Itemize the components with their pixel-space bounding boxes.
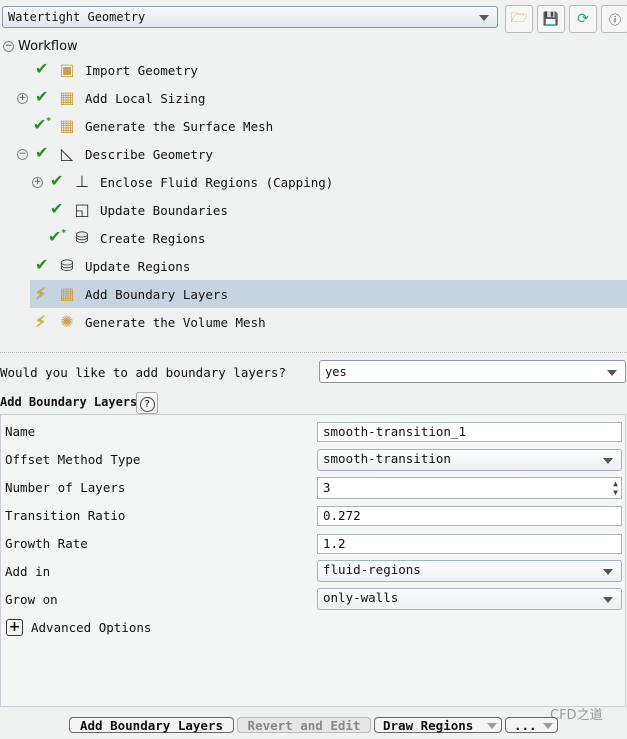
offset-method-label: Offset Method Type [5, 452, 141, 467]
check-icon: ✔ [35, 143, 49, 162]
boundary-icon: ◱ [74, 200, 90, 219]
open-folder-button[interactable]: 🗁 [505, 5, 533, 33]
chevron-down-icon [603, 458, 613, 464]
select-value: only-walls [323, 590, 399, 605]
tree-item-volume-mesh[interactable]: ⚡ ✺ Generate the Volume Mesh [0, 308, 627, 336]
check-new-icon: ✔* [48, 227, 67, 246]
section-help-button[interactable]: ? [136, 392, 158, 414]
draw-regions-label: Draw Regions [383, 718, 474, 733]
tree-item-label: Generate the Surface Mesh [85, 119, 274, 134]
add-in-label: Add in [5, 564, 51, 579]
advanced-options-toggle[interactable]: + Advanced Options [6, 618, 206, 638]
cad-icon: ▣ [59, 60, 75, 79]
capping-icon: ⊥ [75, 172, 89, 191]
check-icon: ✔ [35, 87, 49, 106]
grow-on-label: Grow on [5, 592, 58, 607]
draw-regions-button[interactable]: Draw Regions [374, 717, 502, 733]
select-value: smooth-transition [323, 451, 451, 466]
volume-mesh-icon: ✺ [60, 312, 74, 331]
surface-mesh-icon: ▦ [59, 116, 75, 135]
region-icon: ⛁ [60, 256, 74, 275]
select-value: fluid-regions [323, 562, 421, 577]
tree-item-label: Update Regions [85, 259, 191, 274]
chevron-down-icon [607, 369, 617, 376]
tree-item-label: Add Boundary Layers [85, 287, 228, 302]
mesh-sizing-icon: ▦ [59, 88, 75, 107]
lightning-icon: ⚡ [35, 312, 47, 331]
plus-icon: + [6, 619, 23, 636]
number-of-layers-stepper[interactable]: 3 ▲ ▼ [317, 477, 622, 499]
check-icon: ✔ [50, 199, 64, 218]
check-new-icon: ✔* [33, 115, 52, 134]
chevron-down-icon [603, 569, 613, 575]
number-of-layers-label: Number of Layers [5, 480, 126, 495]
tree-item-create-regions[interactable]: ✔* ⛁ Create Regions [0, 224, 627, 252]
check-icon: ✔ [35, 59, 49, 78]
name-input[interactable]: smooth-transition_1 [317, 422, 622, 442]
tree-item-update-boundaries[interactable]: ✔ ◱ Update Boundaries [0, 196, 627, 224]
tree-item-import-geometry[interactable]: ✔ ▣ Import Geometry [0, 56, 627, 84]
tree-item-label: Import Geometry [85, 63, 198, 78]
name-label: Name [5, 424, 36, 439]
workflow-type-value: Watertight Geometry [8, 10, 146, 24]
tree-item-add-boundary-layers[interactable]: ⚡ ▦ Add Boundary Layers [30, 280, 627, 308]
revert-and-edit-button[interactable]: Revert and Edit [237, 717, 371, 733]
region-icon: ⛁ [75, 228, 89, 247]
help-button[interactable]: ⓘ [601, 5, 627, 33]
chevron-down-icon [479, 15, 489, 21]
question-label: Would you like to add boundary layers? [0, 365, 286, 380]
check-icon: ✔ [35, 255, 49, 274]
workflow-root[interactable]: − Workflow [0, 37, 200, 57]
lightning-icon: ⚡ [35, 284, 47, 303]
stepper-arrows-icon[interactable]: ▲ ▼ [613, 479, 618, 497]
offset-method-select[interactable]: smooth-transition [317, 449, 622, 471]
boundary-layer-icon: ▦ [59, 284, 75, 303]
tree-item-label: Enclose Fluid Regions (Capping) [100, 175, 334, 190]
more-button[interactable]: ... [505, 717, 558, 733]
tree-item-label: Create Regions [100, 231, 206, 246]
refresh-button[interactable]: ⟳ [569, 5, 597, 33]
tree-item-describe-geometry[interactable]: − ✔ ◺ Describe Geometry [0, 140, 627, 168]
splitter[interactable] [0, 352, 627, 357]
tree-item-add-local-sizing[interactable]: + ✔ ▦ Add Local Sizing [0, 84, 627, 112]
collapse-icon[interactable]: − [17, 149, 28, 160]
growth-rate-label: Growth Rate [5, 536, 88, 551]
set-square-icon: ◺ [60, 144, 74, 163]
tree-item-label: Generate the Volume Mesh [85, 315, 266, 330]
chevron-down-icon [603, 597, 613, 603]
collapse-icon[interactable]: − [3, 41, 14, 52]
advanced-options-label: Advanced Options [31, 620, 152, 635]
tree-item-label: Describe Geometry [85, 147, 213, 162]
tree-item-enclose-fluid[interactable]: + ✔ ⊥ Enclose Fluid Regions (Capping) [0, 168, 627, 196]
select-value: yes [325, 364, 347, 379]
tree-item-update-regions[interactable]: ✔ ⛁ Update Regions [0, 252, 627, 280]
save-button[interactable]: 💾 [537, 5, 565, 33]
tree-item-label: Update Boundaries [100, 203, 228, 218]
stepper-value: 3 [323, 480, 331, 495]
workflow-type-dropdown[interactable]: Watertight Geometry [2, 6, 498, 28]
chevron-down-icon [543, 723, 553, 729]
chevron-down-icon [487, 723, 497, 729]
check-icon: ✔ [50, 171, 64, 190]
expand-icon[interactable]: + [32, 177, 43, 188]
add-in-select[interactable]: fluid-regions [317, 560, 622, 582]
workflow-root-label: Workflow [18, 39, 78, 54]
tree-item-surface-mesh[interactable]: ✔* ▦ Generate the Surface Mesh [0, 112, 627, 140]
transition-ratio-input[interactable]: 0.272 [317, 506, 622, 526]
section-title: Add Boundary Layers [0, 395, 138, 409]
help-icon: ? [139, 397, 155, 412]
tree-item-label: Add Local Sizing [85, 91, 206, 106]
transition-ratio-label: Transition Ratio [5, 508, 126, 523]
grow-on-select[interactable]: only-walls [317, 588, 622, 610]
expand-icon[interactable]: + [17, 93, 28, 104]
growth-rate-input[interactable]: 1.2 [317, 534, 622, 554]
more-label: ... [514, 718, 537, 733]
add-boundary-layers-button[interactable]: Add Boundary Layers [69, 717, 234, 733]
add-boundary-layers-select[interactable]: yes [319, 360, 626, 383]
